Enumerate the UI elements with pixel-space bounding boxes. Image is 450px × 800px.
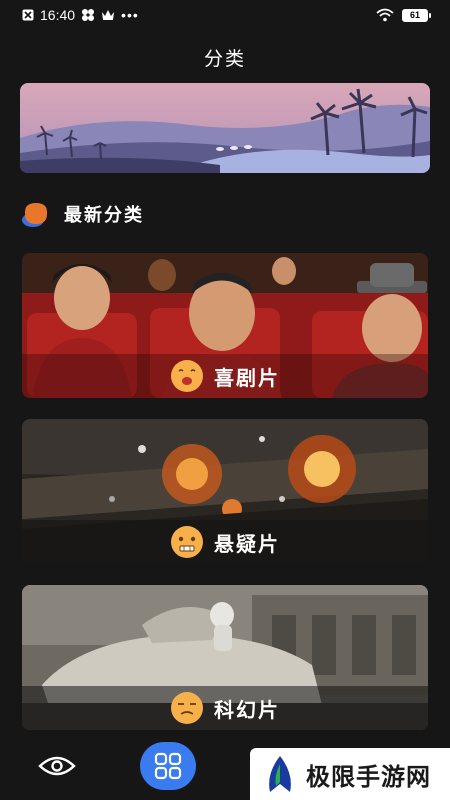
smirking-face-icon xyxy=(171,692,203,724)
card-label: 喜剧片 xyxy=(214,367,280,390)
more-dots-icon: ••• xyxy=(121,7,139,23)
banner-image[interactable] xyxy=(20,83,430,173)
watermark-logo-icon xyxy=(269,756,291,792)
section-header: 最新分类 xyxy=(20,200,144,228)
app-screen: 16:40 ••• 61 分类 最新分类 喜剧片 悬疑片 科幻片 极限手游网 xyxy=(0,0,450,800)
notification-close-icon xyxy=(22,9,34,21)
status-time: 16:40 xyxy=(40,7,76,23)
watermark: 极限手游网 xyxy=(250,748,450,800)
grid-icon xyxy=(154,752,182,780)
card-label: 悬疑片 xyxy=(214,533,280,556)
worried-face-icon xyxy=(171,526,203,558)
section-title: 最新分类 xyxy=(64,205,144,225)
card-label-bar: 悬疑片 xyxy=(22,520,428,564)
status-left: 16:40 ••• xyxy=(22,7,139,23)
fan-icon xyxy=(81,8,95,22)
nav-category-button[interactable] xyxy=(140,742,196,790)
category-blob-icon xyxy=(22,203,48,227)
laughing-face-icon xyxy=(171,360,203,392)
card-label-bar: 科幻片 xyxy=(22,686,428,730)
status-bar: 16:40 ••• 61 xyxy=(0,0,450,30)
crown-icon xyxy=(101,9,115,21)
wifi-icon xyxy=(376,8,394,22)
eye-icon[interactable] xyxy=(38,754,76,778)
category-card-thriller[interactable]: 悬疑片 xyxy=(22,419,428,564)
card-label: 科幻片 xyxy=(214,699,280,722)
category-card-comedy[interactable]: 喜剧片 xyxy=(22,253,428,398)
card-label-bar: 喜剧片 xyxy=(22,354,428,398)
status-right: 61 xyxy=(376,8,431,22)
battery-indicator: 61 xyxy=(402,8,431,22)
category-card-scifi[interactable]: 科幻片 xyxy=(22,585,428,730)
page-title: 分类 xyxy=(203,49,246,70)
watermark-text: 极限手游网 xyxy=(306,763,431,791)
